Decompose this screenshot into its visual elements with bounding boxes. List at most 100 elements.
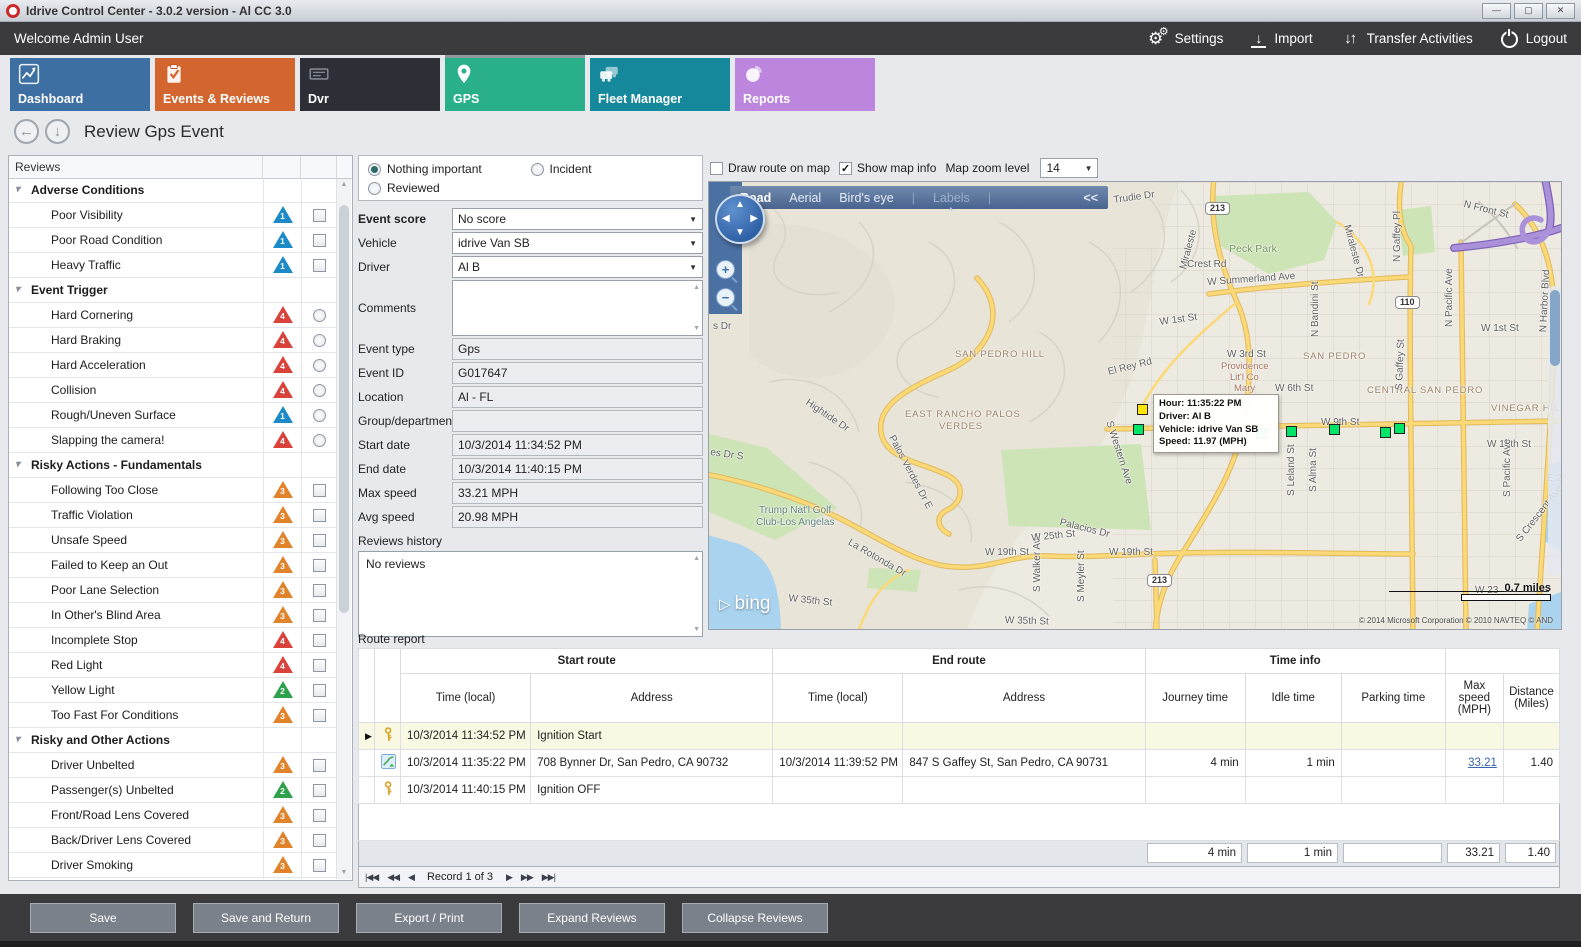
review-group-row[interactable]: Risky and Other Actions▾ [9,728,337,753]
reviews-history-box[interactable]: No reviews ▲ ▼ [358,551,703,637]
review-item-row[interactable]: Traffic Violation3 [9,503,337,528]
review-checkbox[interactable] [313,759,326,772]
collapse-navbar-button[interactable]: << [1083,191,1098,205]
review-item-row[interactable]: Slapping the camera!4 [9,428,337,453]
map-style-labels[interactable]: Labels▲ [933,191,970,205]
back-button[interactable]: ← [14,119,39,144]
draw-route-checkbox[interactable] [710,162,723,175]
review-item-row[interactable]: Rough/Uneven Surface1 [9,403,337,428]
last-record-button[interactable]: ▶▶| [542,872,555,883]
route-report-row[interactable]: 10/3/2014 11:40:15 PMIgnition OFF [359,777,1560,804]
down-button[interactable]: ↓ [45,119,70,144]
collapse-arrow-icon[interactable]: ▾ [15,285,20,295]
show-map-info-option[interactable]: ✓ Show map info [839,161,936,175]
review-checkbox[interactable] [313,584,326,597]
tab-dashboard[interactable]: Dashboard [10,58,150,111]
map-canvas[interactable]: Trudie Dr213MiralesteMiraleste DrPeck Pa… [708,181,1562,630]
review-checkbox[interactable] [313,559,326,572]
scroll-up-icon[interactable]: ▲ [693,555,700,562]
review-group-row[interactable]: Adverse Conditions▾ [9,178,337,203]
map-scrollbar-thumb[interactable] [1550,290,1560,366]
review-checkbox[interactable] [313,859,326,872]
review-checkbox[interactable] [313,609,326,622]
review-item-row[interactable]: In Other's Blind Area3 [9,603,337,628]
status-radio[interactable] [368,163,381,176]
review-radio[interactable] [313,384,326,397]
reviews-scrollbar[interactable]: ▲ ▼ [336,179,351,879]
review-checkbox[interactable] [313,684,326,697]
scroll-down-icon[interactable]: ▼ [337,868,351,878]
tab-reports[interactable]: Reports [735,58,875,111]
status-option-reviewed[interactable]: Reviewed [368,181,531,195]
topbar-action-logout[interactable]: Logout [1501,29,1567,48]
prior-page-button[interactable]: ◀◀ [387,872,399,883]
review-group-row[interactable]: Event Trigger▾ [9,278,337,303]
review-item-row[interactable]: Yellow Light2 [9,678,337,703]
review-item-row[interactable]: Failed to Keep an Out3 [9,553,337,578]
draw-route-option[interactable]: Draw route on map [710,161,830,175]
driver-select[interactable]: Al B▼ [452,256,703,278]
pan-right-icon[interactable]: ▶ [750,214,758,224]
map-style-bird-s-eye[interactable]: Bird's eye [839,191,894,205]
scroll-up-icon[interactable]: ▲ [337,180,351,190]
review-checkbox[interactable] [313,259,326,272]
previous-record-button[interactable]: ◀ [408,872,414,883]
route-point-marker[interactable] [1394,423,1405,434]
tab-dvr[interactable]: Dvr [300,58,440,111]
review-item-row[interactable]: Hard Braking4 [9,328,337,353]
review-radio[interactable] [313,409,326,422]
review-radio[interactable] [313,359,326,372]
route-point-marker[interactable] [1380,427,1391,438]
review-group-row[interactable]: Risky Actions - Fundamentals▾ [9,453,337,478]
review-item-row[interactable]: Following Too Close3 [9,478,337,503]
map-zoom-out-button[interactable]: − [716,288,735,307]
topbar-action-import[interactable]: Import [1251,30,1312,48]
review-item-row[interactable]: Collision4 [9,378,337,403]
review-radio[interactable] [313,309,326,322]
status-option-incident[interactable]: Incident [531,162,694,176]
review-item-row[interactable]: Operating Handled Device3 [9,878,337,879]
collapse-reviews-button[interactable]: Collapse Reviews [682,903,828,933]
review-item-row[interactable]: Red Light4 [9,653,337,678]
status-radio[interactable] [368,182,381,195]
review-checkbox[interactable] [313,634,326,647]
topbar-action-settings[interactable]: Settings [1145,29,1224,49]
map-pan-compass[interactable]: ▲ ▼ ◀ ▶ [715,194,765,244]
next-page-button[interactable]: ▶▶ [521,872,533,883]
route-point-marker[interactable] [1286,426,1297,437]
route-point-marker[interactable] [1133,424,1144,435]
route-report-row[interactable]: 10/3/2014 11:35:22 PM708 Bynner Dr, San … [359,750,1560,777]
review-checkbox[interactable] [313,534,326,547]
review-item-row[interactable]: Hard Acceleration4 [9,353,337,378]
map-zoom-in-button[interactable]: + [716,260,735,279]
review-checkbox[interactable] [313,659,326,672]
route-point-marker[interactable] [1329,424,1340,435]
pan-down-icon[interactable]: ▼ [735,228,745,238]
scrollbar-thumb[interactable] [339,205,349,613]
pan-up-icon[interactable]: ▲ [735,200,745,210]
route-report-row[interactable]: ▶10/3/2014 11:34:52 PMIgnition Start [359,723,1560,750]
review-checkbox[interactable] [313,509,326,522]
route-start-marker[interactable] [1137,404,1148,415]
review-item-row[interactable]: Passenger(s) Unbelted2 [9,778,337,803]
show-map-info-checkbox[interactable]: ✓ [839,162,852,175]
review-checkbox[interactable] [313,709,326,722]
comments-textarea[interactable]: ▲▼ [452,280,703,336]
tab-fleet-manager[interactable]: Fleet Manager [590,58,730,111]
review-checkbox[interactable] [313,809,326,822]
event-score-select[interactable]: No score▼ [452,208,703,230]
review-checkbox[interactable] [313,484,326,497]
save-button[interactable]: Save [30,903,176,933]
review-item-row[interactable]: Poor Visibility1 [9,203,337,228]
vehicle-select[interactable]: idrive Van SB▼ [452,232,703,254]
review-item-row[interactable]: Incomplete Stop4 [9,628,337,653]
review-item-row[interactable]: Front/Road Lens Covered3 [9,803,337,828]
review-item-row[interactable]: Hard Cornering4 [9,303,337,328]
topbar-action-transfer-activities[interactable]: Transfer Activities [1341,30,1473,48]
review-checkbox[interactable] [313,784,326,797]
review-item-row[interactable]: Driver Smoking3 [9,853,337,878]
review-item-row[interactable]: Poor Road Condition1 [9,228,337,253]
next-record-button[interactable]: ▶ [506,872,512,883]
tab-gps[interactable]: GPS [445,58,585,111]
save-and-return-button[interactable]: Save and Return [193,903,339,933]
